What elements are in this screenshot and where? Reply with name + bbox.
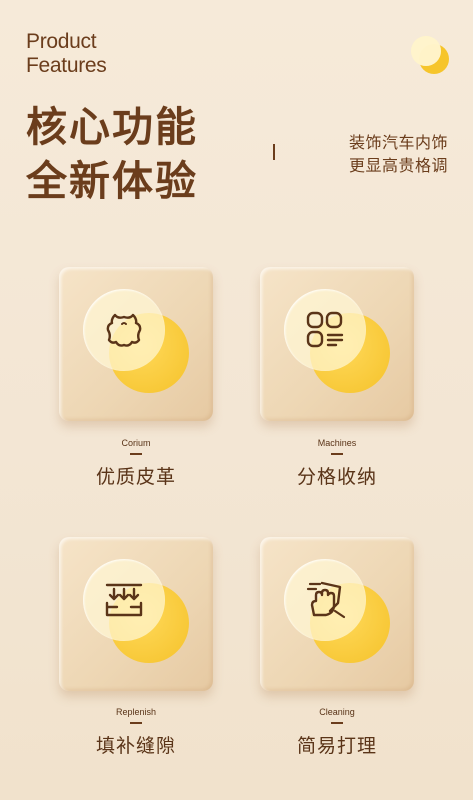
- subtitle-line1: 装饰汽车内饰: [348, 133, 448, 152]
- feature-cn-label: 分格收纳: [296, 466, 377, 488]
- headline-line1: 核心功能: [26, 103, 198, 151]
- feature-cn-label: 优质皮革: [95, 466, 176, 488]
- feature-en-label: Cleaning: [319, 707, 355, 717]
- header-en-line2: Features: [26, 54, 107, 77]
- label-dash: [331, 722, 343, 724]
- feature-cn-label: 填补缝隙: [95, 735, 176, 757]
- fill-gap-icon: [105, 583, 143, 617]
- feature-card-replenish: [59, 537, 213, 691]
- feature-card-machines: [260, 267, 414, 421]
- feature-en-label: Machines: [317, 438, 357, 448]
- label-dash: [130, 722, 142, 724]
- header-english-title: Product Features: [26, 30, 107, 78]
- wipe-hand-icon: [306, 581, 346, 619]
- vertical-divider: [273, 144, 275, 160]
- decorative-circles-icon: [411, 36, 451, 76]
- feature-en-label: Replenish: [115, 707, 157, 717]
- header-en-line1: Product: [26, 30, 97, 53]
- label-dash: [130, 453, 142, 455]
- headline-line2: 全新体验: [26, 157, 198, 205]
- subtitle-chinese: 装饰汽车内饰 更显高贵格调: [349, 131, 448, 177]
- headline-chinese: 核心功能 全新体验: [26, 100, 198, 208]
- subtitle-line2: 更显高贵格调: [348, 156, 448, 175]
- compartment-grid-icon: [306, 311, 344, 348]
- feature-en-label: Corium: [121, 438, 151, 448]
- feature-card-cleaning: [260, 537, 414, 691]
- label-dash: [331, 453, 343, 455]
- feature-cn-label: 简易打理: [296, 735, 377, 757]
- leather-hide-icon: [106, 313, 142, 347]
- feature-card-corium: [59, 267, 213, 421]
